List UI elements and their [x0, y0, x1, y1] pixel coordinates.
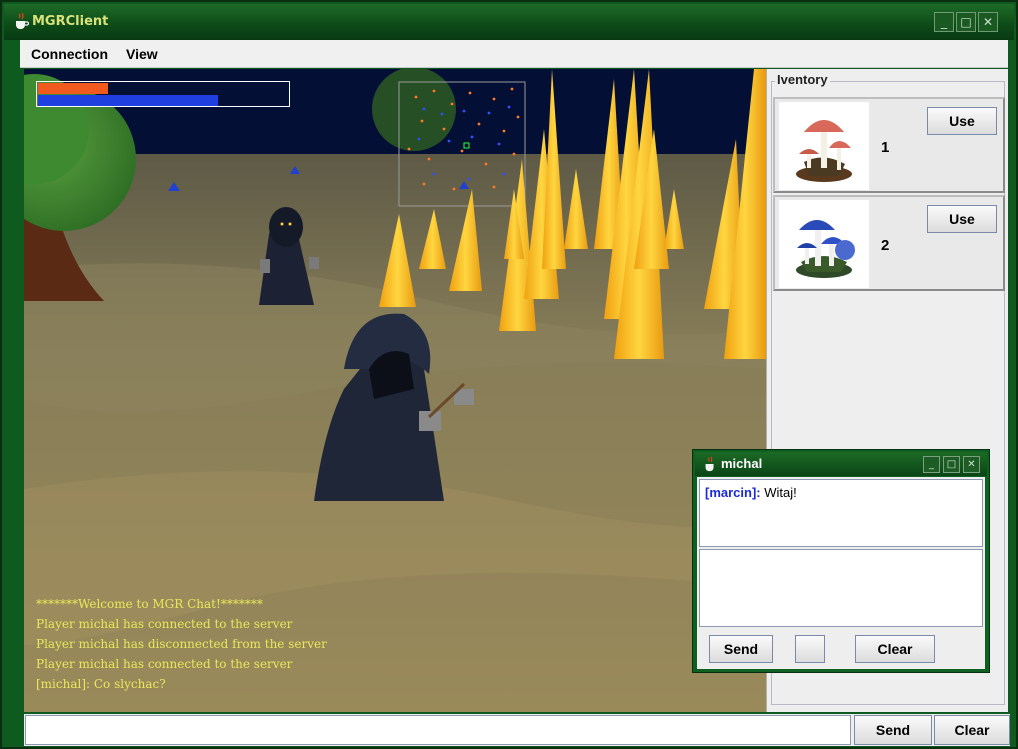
red-mushroom-icon: [779, 102, 869, 190]
clear-button[interactable]: Clear: [934, 715, 1010, 745]
chat-log: *******Welcome to MGR Chat!******* Playe…: [36, 594, 396, 694]
private-clear-button[interactable]: Clear: [855, 635, 935, 663]
maximize-icon: □: [946, 459, 957, 470]
mana-bar: [38, 95, 288, 106]
chat-line: *******Welcome to MGR Chat!*******: [36, 597, 263, 611]
health-bar-fill: [38, 83, 108, 94]
menu-view[interactable]: View: [126, 46, 158, 62]
game-viewport[interactable]: *******Welcome to MGR Chat!******* Playe…: [24, 69, 766, 712]
status-bars: [36, 81, 290, 107]
chat-line: Player michal has connected to the serve…: [36, 657, 293, 671]
menu-bar: Connection View: [20, 40, 1008, 68]
use-button[interactable]: Use: [927, 205, 997, 233]
chat-line: Player michal has connected to the serve…: [36, 617, 293, 631]
maximize-button[interactable]: □: [943, 456, 960, 473]
minimize-icon: _: [941, 15, 947, 29]
private-chat-title-bar[interactable]: michal _ □ ✕: [695, 452, 987, 476]
chat-line: Player michal has disconnected from the …: [36, 637, 327, 651]
private-chat-input[interactable]: [699, 549, 983, 627]
message-text: Witaj!: [760, 485, 797, 500]
chat-input[interactable]: [25, 715, 851, 745]
close-icon: ✕: [982, 15, 994, 29]
chat-line: [michal]: Co slychac?: [36, 677, 166, 691]
minimize-button[interactable]: _: [923, 456, 940, 473]
mana-bar-fill: [38, 95, 218, 106]
item-count: 1: [881, 139, 890, 156]
menu-connection[interactable]: Connection: [31, 46, 108, 62]
close-button[interactable]: ✕: [978, 12, 998, 32]
chat-input-bar: Send Clear: [24, 714, 1010, 746]
health-bar: [38, 83, 288, 94]
java-cup-icon: [705, 456, 714, 472]
inventory-title: Iventory: [775, 72, 830, 87]
title-bar[interactable]: MGRClient _ □ ✕: [4, 4, 1014, 40]
private-chat-log: [marcin]: Witaj!: [699, 479, 983, 547]
send-button[interactable]: Send: [854, 715, 932, 745]
close-button[interactable]: ✕: [963, 456, 980, 473]
private-send-button[interactable]: Send: [709, 635, 773, 663]
item-count: 2: [881, 237, 890, 254]
maximize-button[interactable]: □: [956, 12, 976, 32]
minimize-icon: _: [929, 459, 934, 470]
window-title: MGRClient: [32, 14, 109, 29]
main-window: MGRClient _ □ ✕ Connection View *******W…: [0, 0, 1018, 749]
close-icon: ✕: [967, 459, 976, 470]
maximize-icon: □: [960, 15, 972, 29]
message-sender: [marcin]:: [705, 485, 761, 500]
private-blank-button[interactable]: [795, 635, 825, 663]
inventory-item[interactable]: 1 Use: [773, 97, 1005, 193]
java-cup-icon: [16, 12, 30, 29]
inventory-item[interactable]: 2 Use: [773, 195, 1005, 291]
minimize-button[interactable]: _: [934, 12, 954, 32]
use-button[interactable]: Use: [927, 107, 997, 135]
private-chat-title: michal: [721, 456, 763, 471]
blue-mushroom-icon: [779, 200, 869, 288]
private-chat-window[interactable]: michal _ □ ✕ [marcin]: Witaj! Send Clear: [692, 449, 990, 673]
private-chat-body: [marcin]: Witaj! Send Clear: [697, 477, 985, 669]
